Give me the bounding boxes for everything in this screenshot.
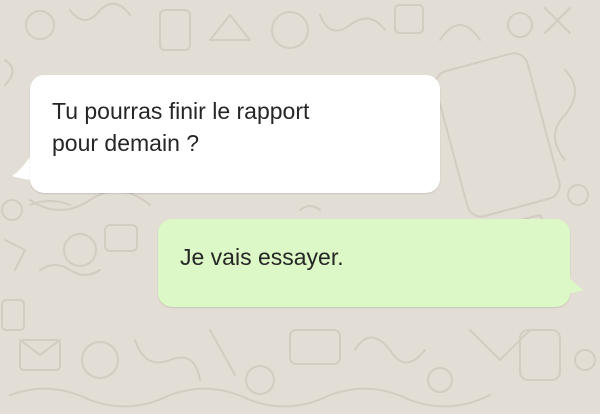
doodle-pattern-icon <box>1 2 596 408</box>
incoming-message-text: Tu pourras finir le rapport pour demain … <box>52 98 310 156</box>
outgoing-message-text: Je vais essayer. <box>180 244 344 270</box>
chat-background: Tu pourras finir le rapport pour demain … <box>0 0 600 414</box>
incoming-message-bubble[interactable]: Tu pourras finir le rapport pour demain … <box>30 75 440 193</box>
outgoing-bubble-tail-icon <box>560 264 584 294</box>
outgoing-message-bubble[interactable]: Je vais essayer. <box>158 219 570 307</box>
